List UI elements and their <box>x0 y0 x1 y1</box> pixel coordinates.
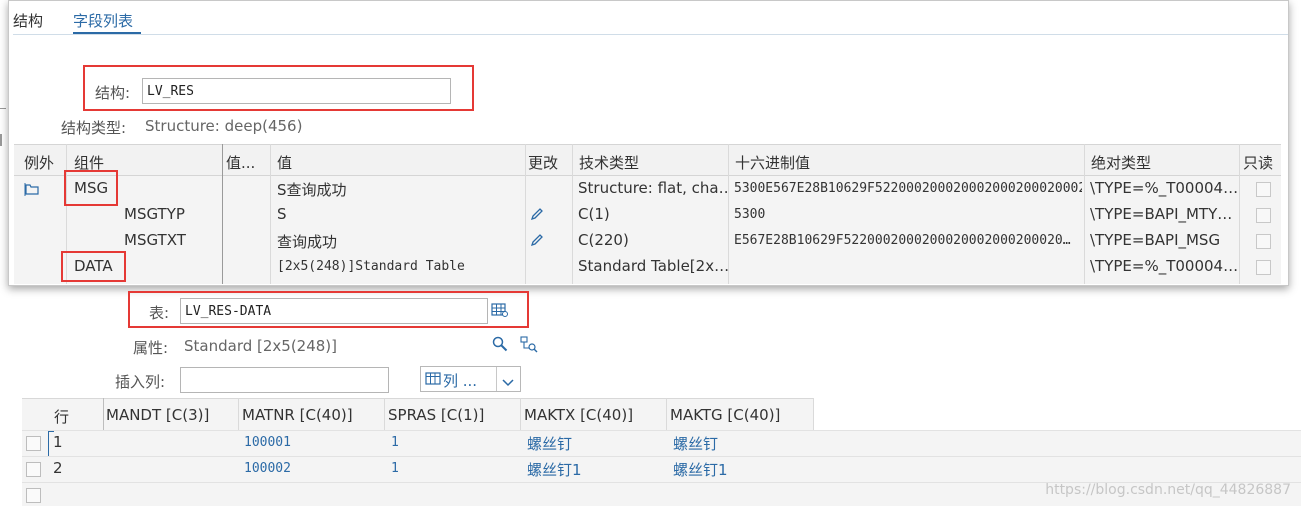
col-readonly[interactable]: 只读 <box>1243 152 1273 173</box>
readonly-checkbox[interactable] <box>1256 260 1271 275</box>
col-change[interactable]: 更改 <box>528 152 558 173</box>
table-view-icon[interactable] <box>491 302 509 322</box>
abs-msgtxt: \TYPE=BAPI_MSG <box>1090 231 1221 249</box>
col-maktx[interactable]: MAKTX [C(40)] <box>524 406 633 424</box>
component-grid-body: MSG S查询成功 Structure: flat, cha… 5300E567… <box>14 144 1281 284</box>
value-msgtxt: 查询成功 <box>277 233 338 251</box>
dropdown-divider <box>496 367 497 391</box>
table-input[interactable]: LV_RES-DATA <box>180 298 488 324</box>
col-separator <box>728 144 729 284</box>
row-select-checkbox[interactable] <box>26 488 41 503</box>
table-row[interactable]: 1 100001 1 螺丝钉 螺丝钉 <box>22 430 1301 456</box>
structure-type-value: Structure: deep(456) <box>145 117 303 135</box>
col-value[interactable]: 值 <box>277 152 292 173</box>
background-edge-line <box>0 108 6 109</box>
magnifier-icon[interactable] <box>491 335 509 357</box>
attribute-label: 属性: <box>133 339 169 357</box>
value-msg: S查询成功 <box>277 181 347 199</box>
pencil-icon[interactable] <box>530 233 544 251</box>
col-separator <box>384 398 385 430</box>
cell-maktg[interactable]: 螺丝钉 <box>673 433 718 454</box>
tab-field-list[interactable]: 字段列表 <box>73 10 133 31</box>
col-separator <box>572 144 573 284</box>
readonly-checkbox[interactable] <box>1256 208 1271 223</box>
col-tech-type[interactable]: 技术类型 <box>579 152 639 173</box>
table-label: 表: <box>149 304 170 322</box>
col-hex-value[interactable]: 十六进制值 <box>735 152 810 173</box>
structure-input[interactable]: LV_RES <box>142 78 451 104</box>
background-edge-line-2 <box>0 134 6 146</box>
cell-maktx[interactable]: 螺丝钉 <box>527 433 572 454</box>
col-separator <box>1239 144 1240 284</box>
col-exception[interactable]: 例外 <box>24 152 54 173</box>
readonly-checkbox[interactable] <box>1256 234 1271 249</box>
col-maktg[interactable]: MAKTG [C(40)] <box>670 406 780 424</box>
dropdown-chevron-icon[interactable] <box>502 375 514 391</box>
watermark: https://blog.csdn.net/qq_44826887 <box>1045 482 1291 498</box>
insert-column-input[interactable] <box>180 367 389 393</box>
columns-icon <box>425 371 441 391</box>
cell-maktg[interactable]: 螺丝钉1 <box>673 459 728 480</box>
readonly-checkbox[interactable] <box>1256 182 1271 197</box>
highlight-msg <box>64 170 118 206</box>
col-separator <box>238 398 239 430</box>
cell-spras[interactable]: 1 <box>391 461 399 476</box>
expand-node-icon[interactable] <box>24 181 40 197</box>
structure-label: 结构: <box>95 84 131 102</box>
tab-structure[interactable]: 结构 <box>13 10 43 31</box>
col-mandt[interactable]: MANDT [C(3)] <box>106 406 209 424</box>
tab-divider <box>13 34 1288 35</box>
abs-msgtyp: \TYPE=BAPI_MTY… <box>1090 205 1233 223</box>
col-row[interactable]: 行 <box>54 406 69 427</box>
where-used-icon[interactable] <box>519 335 539 357</box>
structure-type-label: 结构类型: <box>61 119 127 137</box>
tech-data: Standard Table[2x… <box>578 257 728 275</box>
cell-matnr[interactable]: 100001 <box>244 435 291 450</box>
data-table-header: 行 MANDT [C(3)] MATNR [C(40)] SPRAS [C(1)… <box>22 398 814 430</box>
col-separator <box>813 398 814 430</box>
col-value-short[interactable]: 值... <box>226 152 255 173</box>
hex-msg: 5300E567E28B10629F5220002000200020002000… <box>734 181 1082 196</box>
insert-column-label: 插入列: <box>115 373 166 391</box>
table-row[interactable]: 2 100002 1 螺丝钉1 螺丝钉1 <box>22 456 1301 482</box>
tech-msg: Structure: flat, cha… <box>578 179 728 197</box>
cell-matnr[interactable]: 100002 <box>244 461 291 476</box>
col-separator <box>520 398 521 430</box>
row-number: 1 <box>53 433 63 451</box>
col-separator <box>666 398 667 430</box>
col-separator <box>1084 144 1085 284</box>
col-separator <box>222 144 223 284</box>
abs-msg: \TYPE=%_T00004… <box>1090 179 1238 197</box>
value-msgtyp: S <box>277 205 287 223</box>
highlight-data <box>61 251 126 282</box>
tech-msgtyp: C(1) <box>578 205 610 223</box>
col-spras[interactable]: SPRAS [C(1)] <box>388 406 484 424</box>
columns-button-label: 列 ... <box>443 372 478 390</box>
row-number: 2 <box>53 459 63 477</box>
row-select-checkbox[interactable] <box>26 436 41 451</box>
hex-msgtyp: 5300 <box>734 207 766 222</box>
pencil-icon[interactable] <box>530 207 544 225</box>
hex-msgtxt: E567E28B10629F52200020002000200020002000… <box>734 233 1071 248</box>
col-separator <box>525 144 526 284</box>
tech-msgtxt: C(220) <box>578 231 629 249</box>
col-absolute-type[interactable]: 绝对类型 <box>1091 152 1151 173</box>
component-msgtxt[interactable]: MSGTXT <box>124 231 186 249</box>
component-msgtyp[interactable]: MSGTYP <box>124 205 185 223</box>
row-select-checkbox[interactable] <box>26 462 41 477</box>
abs-data: \TYPE=%_T00004… <box>1090 257 1238 275</box>
component-grid-header: 例外 组件 值... 值 更改 技术类型 十六进制值 绝对类型 只读 <box>14 144 1281 176</box>
cell-maktx[interactable]: 螺丝钉1 <box>527 459 582 480</box>
columns-dropdown[interactable]: 列 ... <box>420 366 521 392</box>
attribute-value: Standard [2x5(248)] <box>184 337 338 355</box>
cell-spras[interactable]: 1 <box>391 435 399 450</box>
col-separator <box>270 144 271 284</box>
value-data[interactable]: [2x5(248)]Standard Table <box>277 259 465 274</box>
col-matnr[interactable]: MATNR [C(40)] <box>242 406 353 424</box>
